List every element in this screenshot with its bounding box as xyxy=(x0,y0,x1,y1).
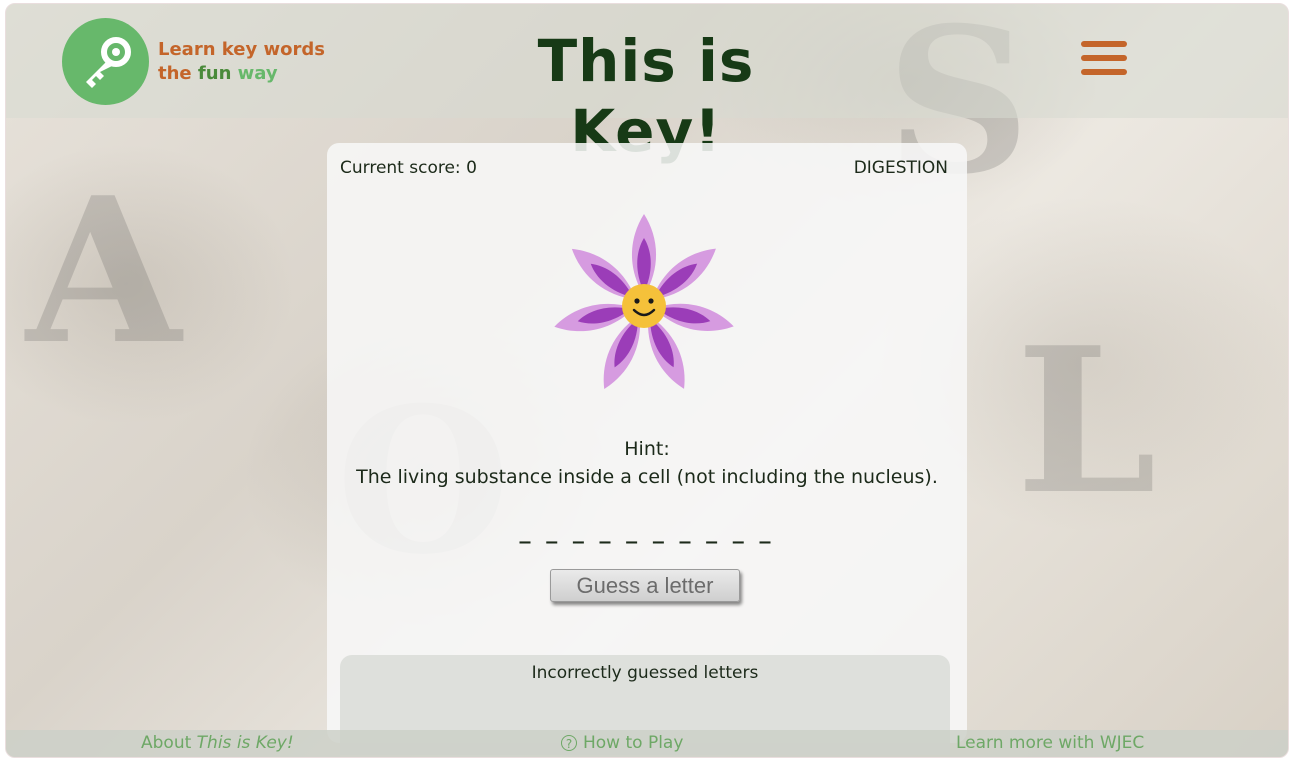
bg-decoration: L xyxy=(1016,304,1157,539)
tagline-the: the xyxy=(158,63,192,84)
about-name: This is Key! xyxy=(196,733,294,753)
how-to-play-label: How to Play xyxy=(583,733,684,753)
hamburger-menu-icon xyxy=(1081,69,1127,75)
hamburger-menu-icon xyxy=(1081,55,1127,61)
bg-decoration: A xyxy=(26,154,182,389)
word-blanks: _ _ _ _ _ _ _ _ _ _ xyxy=(519,519,775,544)
guess-letter-button[interactable]: Guess a letter xyxy=(550,569,740,602)
logo[interactable] xyxy=(62,18,149,105)
game-card: Current score: 0 DIGESTION Hint: The liv… xyxy=(327,143,967,755)
app-frame: A O S L Learn key words the fun way This… xyxy=(5,3,1289,758)
tagline: Learn key words the fun way xyxy=(158,38,325,86)
site-header: Learn key words the fun way This is Key! xyxy=(6,4,1288,165)
question-circle-icon: ? xyxy=(561,735,577,751)
about-link[interactable]: About This is Key! xyxy=(141,733,294,753)
topic-label: DIGESTION xyxy=(853,158,948,178)
hamburger-menu-icon xyxy=(1081,41,1127,47)
tagline-way: way xyxy=(237,63,278,84)
site-footer: About This is Key! ? How to Play Learn mo… xyxy=(6,730,1288,757)
current-score: Current score: 0 xyxy=(340,158,477,178)
learn-more-link[interactable]: Learn more with WJEC xyxy=(956,733,1144,753)
key-icon xyxy=(85,36,131,88)
menu-button[interactable] xyxy=(1081,41,1127,83)
tagline-fun: fun xyxy=(197,63,232,84)
tagline-line1: Learn key words xyxy=(158,39,325,60)
how-to-play-link[interactable]: ? How to Play xyxy=(561,733,683,753)
about-prefix: About xyxy=(141,733,192,753)
hint-label: Hint: xyxy=(624,438,670,460)
flower-smiley-icon xyxy=(554,214,734,389)
incorrect-letters-title: Incorrectly guessed letters xyxy=(531,663,759,683)
hint-text: The living substance inside a cell (not … xyxy=(356,466,938,488)
